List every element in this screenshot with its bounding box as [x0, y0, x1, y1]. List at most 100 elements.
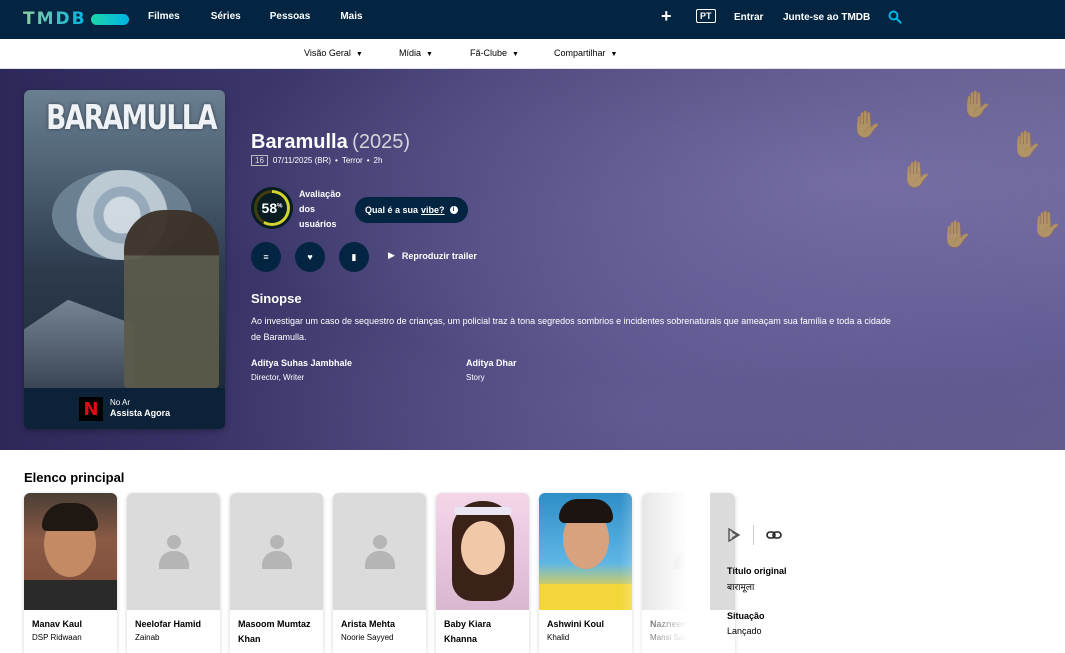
cast-name[interactable]: Baby Kiara Khanna	[436, 610, 529, 647]
subnav-overview-label: Visão Geral	[304, 48, 351, 58]
cast-photo-placeholder[interactable]	[230, 493, 323, 610]
nav-tv[interactable]: Séries	[211, 11, 241, 22]
language-button[interactable]: PT	[696, 9, 716, 23]
cast-character: Khalid	[547, 633, 570, 642]
main-menu: Filmes Séries Pessoas Mais	[148, 11, 394, 22]
release-year: (2025)	[352, 131, 410, 153]
play-trailer-button[interactable]: ▶ Reproduzir trailer	[388, 250, 477, 261]
cast-name[interactable]: Masoom Mumtaz Khan	[230, 610, 323, 647]
subnav-share[interactable]: Compartilhar ▼	[554, 48, 617, 58]
cast-name[interactable]: Ashwini Koul	[539, 610, 632, 632]
subnav-media[interactable]: Mídia ▼	[399, 48, 433, 58]
add-icon[interactable]: +	[661, 6, 672, 27]
cast-card[interactable]: Manav Kaul DSP Ridwaan	[24, 493, 117, 653]
cast-photo-headband	[454, 507, 512, 515]
movie-header: ✋ ✋ ✋ ✋ ✋ ✋ BARAMULLA N No Ar Assista Ag…	[0, 69, 1065, 450]
cast-photo-shirt	[539, 584, 632, 610]
original-title-value: बारामूला	[727, 582, 755, 592]
logo-text: TMDB	[23, 9, 87, 29]
poster-title: BARAMULLA	[46, 98, 217, 138]
caret-down-icon: ▼	[512, 51, 519, 58]
play-trailer-label: Reproduzir trailer	[401, 250, 477, 261]
cast-photo-placeholder[interactable]	[127, 493, 220, 610]
cast-character	[436, 647, 529, 648]
justwatch-icon[interactable]	[727, 528, 741, 542]
subnav-overview[interactable]: Visão Geral ▼	[304, 48, 363, 58]
link-icon[interactable]	[766, 529, 782, 541]
cast-name[interactable]: Arista Mehta	[333, 610, 426, 632]
cast-character: Zainab	[135, 633, 160, 642]
join-link[interactable]: Junte-se ao TMDB	[783, 12, 870, 23]
cast-photo-shirt	[24, 580, 117, 610]
vibe-link[interactable]: vibe?	[421, 205, 445, 215]
score-label-line: Avaliação	[299, 189, 341, 199]
sub-navbar: Visão Geral ▼ Mídia ▼ Fã-Clube ▼ Compartilh…	[0, 39, 1065, 69]
poster-artwork: BARAMULLA	[24, 90, 225, 388]
login-link[interactable]: Entrar	[734, 12, 763, 23]
original-title-label: Título original	[727, 566, 787, 576]
caret-down-icon: ▼	[426, 51, 433, 58]
person-icon	[261, 534, 292, 569]
backdrop-hand-icon: ✋	[940, 219, 973, 249]
info-icon[interactable]: i	[449, 206, 458, 214]
cast-character: Noorie Sayyed	[341, 633, 394, 642]
cast-photo-face	[461, 521, 505, 575]
cast-photo[interactable]	[436, 493, 529, 610]
poster-house-art	[24, 299, 134, 388]
search-icon[interactable]	[888, 10, 902, 24]
user-score-chart[interactable]: 58%	[251, 187, 293, 229]
cast-card[interactable]: Neelofar Hamid Zainab	[127, 493, 220, 653]
cast-character: DSP Ridwaan	[32, 633, 82, 642]
score-label-line: dos	[299, 204, 316, 214]
cast-scroll-fade	[620, 490, 710, 653]
crew-name-link[interactable]: Aditya Dhar	[466, 358, 517, 368]
streaming-banner[interactable]: N No Ar Assista Agora	[24, 388, 225, 429]
cast-name[interactable]: Manav Kaul	[24, 610, 117, 632]
person-icon	[158, 534, 189, 569]
status-value: Lançado	[727, 626, 762, 636]
subnav-fandom[interactable]: Fã-Clube ▼	[470, 48, 519, 58]
vibe-button[interactable]: Qual é a sua vibe? i	[355, 197, 468, 223]
nav-movies[interactable]: Filmes	[148, 11, 180, 22]
percent-sign: %	[277, 203, 283, 210]
cast-card[interactable]: Ashwini Koul Khalid	[539, 493, 632, 653]
genre-link[interactable]: Terror	[342, 156, 363, 165]
crew-member: Aditya Dhar Story	[466, 358, 517, 382]
bookmark-icon: ▮	[351, 251, 357, 262]
cast-photo[interactable]	[24, 493, 117, 610]
overview-text: Ao investigar um caso de sequestro de cr…	[251, 316, 891, 342]
nav-more[interactable]: Mais	[340, 11, 362, 22]
tmdb-logo[interactable]: TMDB	[23, 9, 129, 29]
subnav-media-label: Mídia	[399, 48, 422, 58]
release-date: 07/11/2025 (BR)	[272, 156, 332, 165]
movie-facts: 16 07/11/2025 (BR) • Terror • 2h	[251, 155, 382, 166]
cast-character	[230, 647, 323, 648]
status-label: Situação	[727, 611, 765, 621]
person-icon	[364, 534, 395, 569]
crew-name-link[interactable]: Aditya Suhas Jambhale	[251, 358, 352, 368]
movie-poster[interactable]: BARAMULLA N No Ar Assista Agora	[24, 90, 225, 429]
add-to-list-button[interactable]: ≡	[251, 242, 281, 272]
movie-title: Baramulla (2025)	[251, 131, 410, 154]
nav-people[interactable]: Pessoas	[270, 11, 311, 22]
user-score-label: Avaliação dos usuários	[299, 187, 341, 232]
backdrop-hand-icon: ✋	[1010, 129, 1043, 159]
watchlist-button[interactable]: ▮	[339, 242, 369, 272]
favorite-button[interactable]: ♥	[295, 242, 325, 272]
cast-card[interactable]: Baby Kiara Khanna	[436, 493, 529, 653]
movie-title-link[interactable]: Baramulla	[251, 131, 348, 153]
score-value-wrap: 58%	[262, 200, 283, 216]
backdrop-hand-icon: ✋	[850, 109, 883, 139]
heart-icon: ♥	[307, 252, 313, 262]
vibe-prefix: Qual é a sua	[365, 205, 419, 215]
score-label-line: usuários	[299, 219, 337, 229]
cast-card[interactable]: Masoom Mumtaz Khan	[230, 493, 323, 653]
overview-heading: Sinopse	[251, 291, 302, 306]
watch-now-link[interactable]: Assista Agora	[110, 408, 170, 418]
caret-down-icon: ▼	[610, 51, 618, 58]
cast-card[interactable]: Arista Mehta Noorie Sayyed	[333, 493, 426, 653]
cast-photo[interactable]	[539, 493, 632, 610]
cast-photo-placeholder[interactable]	[333, 493, 426, 610]
separator-dot: •	[335, 156, 338, 165]
cast-name[interactable]: Neelofar Hamid	[127, 610, 220, 632]
